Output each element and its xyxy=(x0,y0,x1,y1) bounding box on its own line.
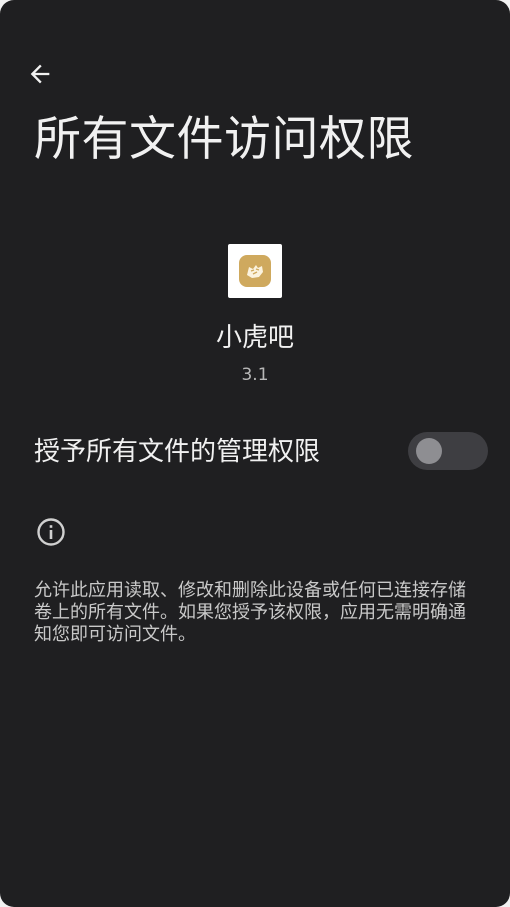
back-button[interactable] xyxy=(20,54,60,94)
app-name: 小虎吧 xyxy=(215,323,294,353)
permission-label: 授予所有文件的管理权限 xyxy=(34,437,321,467)
permission-description: 允许此应用读取、修改和删除此设备或任何已连接存储卷上的所有文件。如果您授予该权限… xyxy=(34,580,466,645)
info-icon xyxy=(37,518,65,546)
app-version: 3.1 xyxy=(241,365,269,385)
screen: 所有文件访问权限 小虎吧 3.1 授予所有文件的管理权限 允许此应用读取、修改和… xyxy=(0,0,510,907)
page-title: 所有文件访问权限 xyxy=(34,112,414,167)
app-icon xyxy=(228,244,282,298)
tiger-app-icon xyxy=(239,255,271,287)
all-files-permission-row[interactable]: 授予所有文件的管理权限 xyxy=(0,420,510,484)
arrow-left-icon xyxy=(30,64,50,84)
permission-toggle[interactable] xyxy=(408,432,488,470)
toggle-thumb xyxy=(416,438,442,464)
